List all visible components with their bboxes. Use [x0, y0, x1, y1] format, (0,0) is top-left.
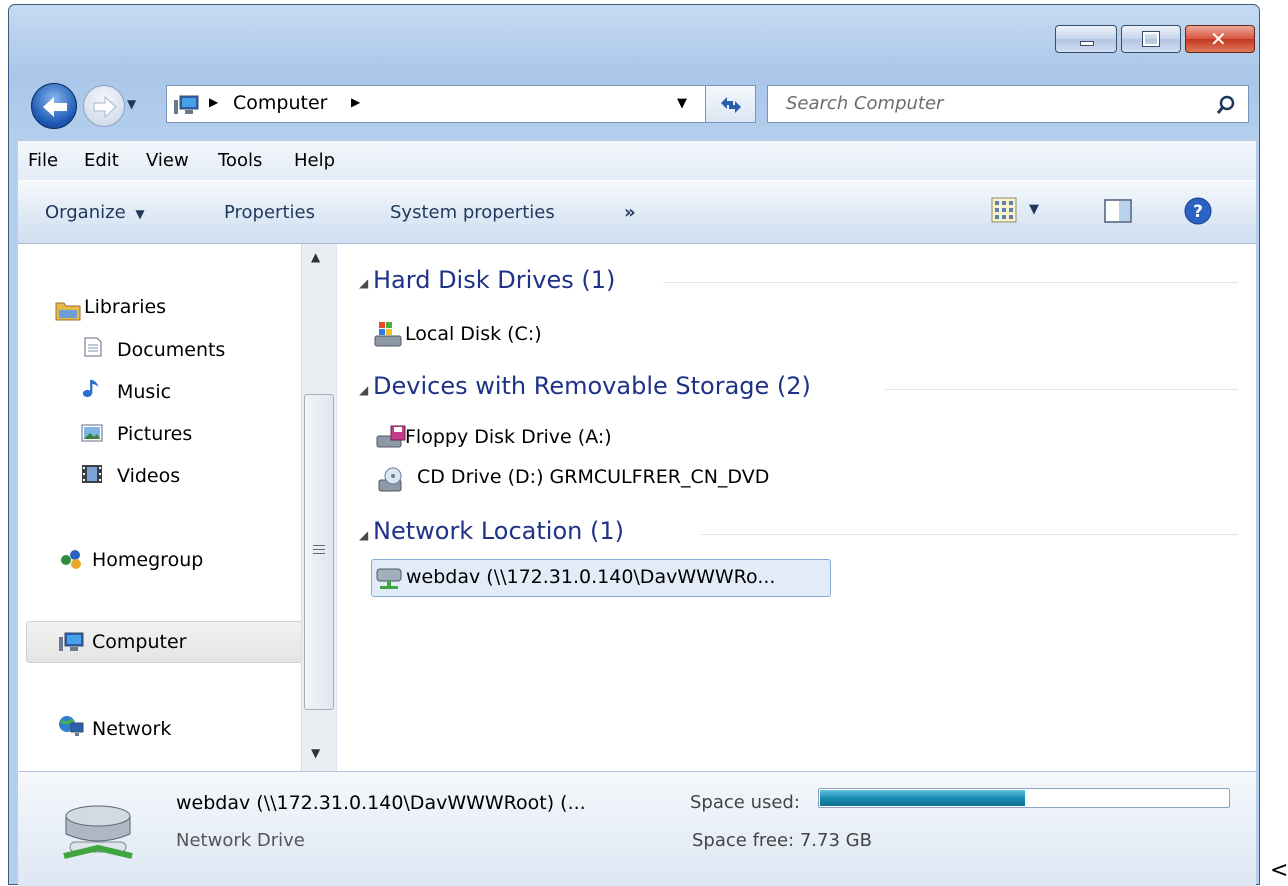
maximize-button[interactable]	[1121, 25, 1181, 53]
views-dropdown-icon[interactable]: ▼	[1029, 202, 1039, 217]
views-icon	[991, 197, 1017, 223]
address-bar[interactable]: ▶ Computer ▶ ▼	[166, 85, 706, 123]
group-network-header[interactable]: Network Location (1)	[373, 517, 624, 545]
more-commands-button[interactable]: »	[624, 202, 636, 223]
nav-music[interactable]: Music	[117, 381, 171, 403]
command-bar: Organize ▼ Properties System properties …	[18, 180, 1256, 244]
svg-text:?: ?	[1193, 202, 1203, 222]
details-name: webdav (\\172.31.0.140\DavWWWRoot) (...	[176, 792, 586, 814]
library-icon	[55, 302, 81, 321]
collapse-hdd-icon[interactable]: ◢	[359, 276, 368, 290]
menu-bar: File Edit View Tools Help	[18, 140, 1256, 180]
help-icon[interactable]: ?	[1184, 197, 1212, 225]
local-disk-icon	[374, 322, 402, 347]
space-used-bar	[818, 788, 1230, 808]
computer-icon	[174, 95, 199, 114]
nav-network[interactable]: Network	[92, 718, 171, 740]
drive-webdav: webdav (\\172.31.0.140\DavWWWRo...	[406, 566, 776, 588]
organize-label: Organize	[45, 202, 126, 223]
videos-icon	[82, 465, 102, 483]
group-removable-header[interactable]: Devices with Removable Storage (2)	[373, 372, 811, 400]
content-pane: ◢ Hard Disk Drives (1) Local Disk (C:) ◢…	[336, 244, 1256, 771]
organize-button[interactable]: Organize ▼	[45, 202, 145, 223]
scroll-up-icon[interactable]: ▲	[311, 250, 320, 264]
drive-floppy[interactable]: Floppy Disk Drive (A:)	[405, 426, 612, 448]
search-icon[interactable]	[1216, 95, 1236, 115]
minimize-button[interactable]	[1055, 25, 1117, 53]
group-divider	[663, 282, 1238, 283]
floppy-icon	[376, 425, 406, 448]
drive-local-disk[interactable]: Local Disk (C:)	[405, 323, 542, 345]
network-drive-icon	[63, 805, 133, 859]
stray-text: <	[1270, 858, 1288, 883]
refresh-button[interactable]	[706, 85, 756, 123]
forward-arrow-icon	[93, 95, 117, 119]
address-dropdown-icon[interactable]: ▼	[677, 96, 687, 111]
group-divider	[701, 534, 1238, 535]
menu-view[interactable]: View	[146, 150, 189, 171]
nav-scroll-thumb[interactable]	[304, 394, 334, 710]
details-pane: webdav (\\172.31.0.140\DavWWWRoot) (... …	[18, 771, 1256, 886]
back-button[interactable]	[31, 83, 77, 129]
navigation-pane: Libraries Documents Music Pictures Video…	[18, 244, 336, 771]
breadcrumb-computer[interactable]: Computer	[233, 92, 327, 114]
menu-file[interactable]: File	[28, 150, 58, 171]
document-icon	[84, 337, 102, 357]
recent-pages-dropdown[interactable]: ▼	[127, 97, 136, 111]
nav-computer-selected[interactable]: Computer	[26, 621, 302, 663]
scroll-down-icon[interactable]: ▼	[311, 746, 320, 760]
chevron-down-icon: ▼	[135, 207, 145, 221]
nav-libraries[interactable]: Libraries	[84, 296, 166, 318]
menu-tools[interactable]: Tools	[218, 150, 262, 171]
search-placeholder: Search Computer	[786, 93, 944, 114]
menu-help[interactable]: Help	[294, 150, 335, 171]
nav-homegroup[interactable]: Homegroup	[92, 549, 203, 571]
space-free-text: Space free: 7.73 GB	[692, 830, 872, 851]
space-used-fill	[820, 790, 1025, 806]
drive-cd[interactable]: CD Drive (D:) GRMCULFRER_CN_DVD	[417, 466, 769, 488]
forward-button[interactable]	[83, 85, 125, 127]
details-type: Network Drive	[176, 830, 305, 851]
nav-pictures[interactable]: Pictures	[117, 423, 192, 445]
computer-icon	[59, 632, 84, 651]
properties-button[interactable]: Properties	[224, 202, 315, 223]
collapse-network-icon[interactable]: ◢	[359, 528, 368, 542]
explorer-window: ✕ ▼ ▶ Computer ▶ ▼ Search Computer File …	[8, 4, 1260, 886]
close-button[interactable]: ✕	[1185, 25, 1255, 53]
menu-edit[interactable]: Edit	[84, 150, 119, 171]
preview-pane-icon[interactable]	[1104, 199, 1132, 223]
breadcrumb-separator-icon[interactable]: ▶	[209, 95, 218, 109]
nav-documents[interactable]: Documents	[117, 339, 225, 361]
network-drive-icon	[376, 568, 402, 589]
collapse-removable-icon[interactable]: ◢	[359, 383, 368, 397]
homegroup-icon	[61, 550, 81, 569]
space-used-label: Space used:	[690, 792, 800, 813]
refresh-icon	[721, 97, 741, 113]
change-view-button[interactable]: ▼	[991, 197, 1039, 228]
group-hdd-header[interactable]: Hard Disk Drives (1)	[373, 266, 615, 294]
network-icon	[59, 716, 84, 736]
pictures-icon	[81, 424, 103, 442]
drive-webdav-item[interactable]: webdav (\\172.31.0.140\DavWWWRo...	[371, 559, 831, 597]
group-divider	[885, 389, 1238, 390]
close-icon: ✕	[1210, 27, 1227, 51]
cd-drive-icon	[378, 467, 402, 492]
music-icon	[82, 379, 99, 398]
nav-computer: Computer	[92, 631, 187, 653]
system-properties-button[interactable]: System properties	[390, 202, 555, 223]
nav-videos[interactable]: Videos	[117, 465, 180, 487]
search-box[interactable]: Search Computer	[767, 85, 1249, 123]
back-arrow-icon	[43, 97, 67, 117]
breadcrumb-chevron-icon[interactable]: ▶	[351, 95, 360, 109]
